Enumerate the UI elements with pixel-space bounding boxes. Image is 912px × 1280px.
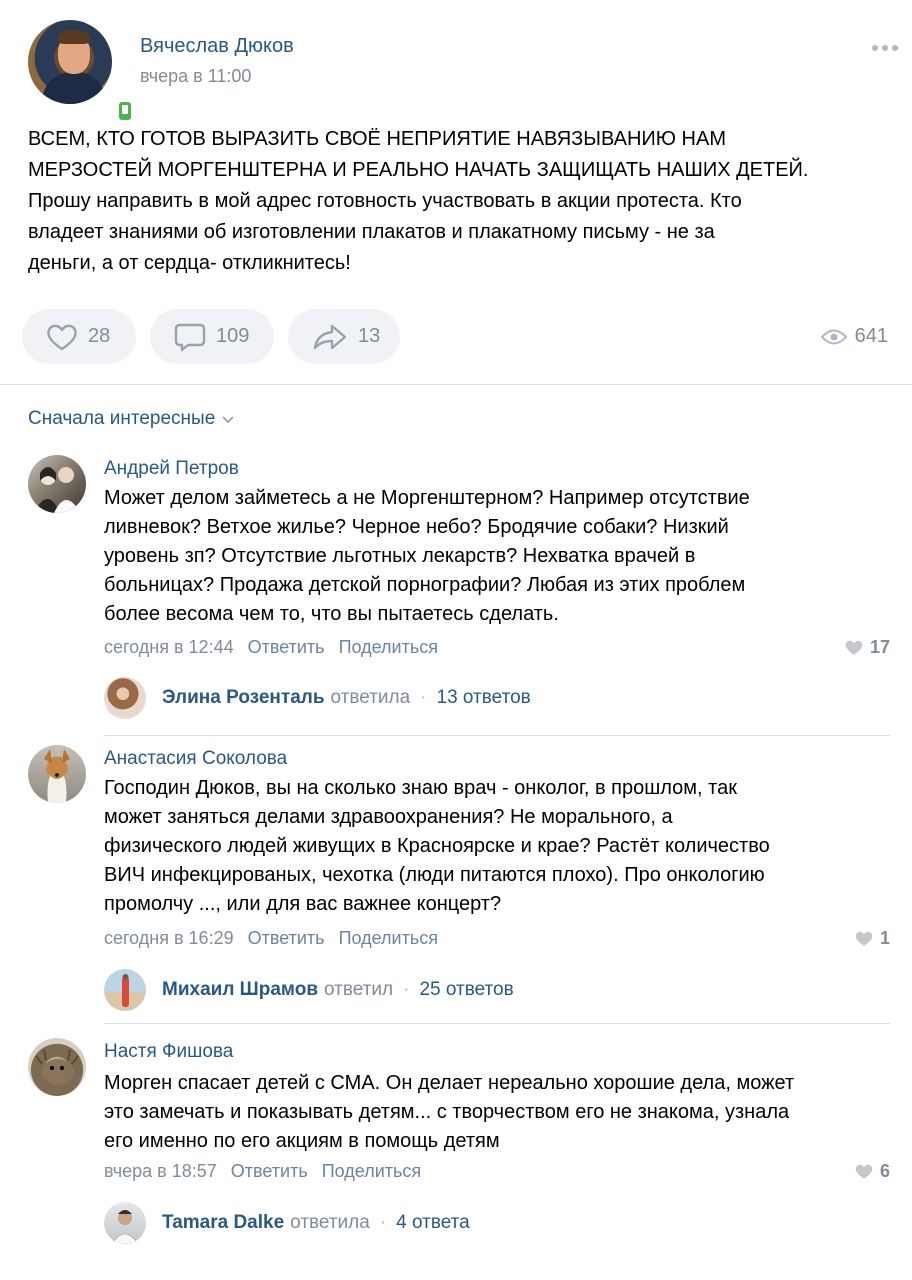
comment-count: 109 (216, 325, 250, 347)
comment-time[interactable]: сегодня в 12:44 (104, 637, 234, 658)
comment: Настя Фишова Морген спасает детей с СМА.… (28, 1038, 890, 1258)
comment-meta: сегодня в 16:29 Ответить Поделиться (104, 928, 438, 949)
post-author-name[interactable]: Вячеслав Дюков (140, 35, 294, 58)
replier-name: Михаил Шрамов (162, 979, 319, 1000)
heart-icon (47, 324, 77, 350)
commenter-name[interactable]: Андрей Петров (104, 458, 239, 480)
comment-separator (104, 1023, 890, 1024)
eye-icon (820, 329, 847, 344)
comment-text-line: более весома чем то, что вы пытаетесь сд… (104, 603, 559, 625)
comment-text-line: больницах? Продажа детской порнографии? … (104, 574, 746, 596)
comments-sort-dropdown[interactable]: Сначала интересные (28, 408, 235, 430)
commenter-avatar[interactable] (28, 745, 86, 803)
views-counter: 641 (820, 325, 888, 348)
online-mobile-icon (116, 99, 134, 123)
comment-like-count: 17 (869, 637, 890, 657)
replies-count: 13 ответов (436, 687, 531, 708)
post-text-line: МЕРЗОСТЕЙ МОРГЕНШТЕРНА И РЕАЛЬНО НАЧАТЬ … (28, 159, 809, 181)
comment-text-line: ВИЧ инфекцированых, чехотка (люди питают… (104, 864, 765, 886)
comment: Анастасия Соколова Господин Дюков, вы на… (28, 745, 890, 1024)
reply-link[interactable]: Ответить (248, 928, 325, 949)
comment-text: Господин Дюков, вы на сколько знаю врач … (104, 774, 894, 919)
post-text-line: Прошу направить в мой адрес готовность у… (28, 190, 742, 212)
comment: Андрей Петров Может делом займетесь а не… (28, 455, 890, 736)
comment-text-line: ливневок? Ветхое жилье? Черное небо? Бро… (104, 516, 729, 538)
replies-summary[interactable]: Михаил Шрамов ответил · 25 ответов (104, 969, 514, 1011)
comment-text-line: это замечать и показывать детям... с тво… (104, 1101, 790, 1123)
sort-label: Сначала интересные (28, 408, 216, 429)
comment-text-line: Морген спасает детей с СМА. Он делает не… (104, 1072, 795, 1094)
commenter-avatar[interactable] (28, 1038, 86, 1096)
replier-avatar (104, 1202, 146, 1244)
comment-like-count: 1 (879, 928, 890, 948)
separator-dot: · (403, 979, 410, 1000)
like-count: 28 (88, 325, 111, 347)
post-text: ВСЕМ, КТО ГОТОВ ВЫРАЗИТЬ СВОЁ НЕПРИЯТИЕ … (28, 124, 888, 279)
replier-verb: ответила (290, 1212, 370, 1233)
share-icon (313, 324, 347, 349)
author-avatar[interactable] (28, 20, 112, 104)
comment-like-button[interactable]: 17 (844, 637, 890, 658)
comment-text: Может делом займетесь а не Моргенштерном… (104, 484, 894, 629)
replier-name: Элина Розенталь (162, 687, 325, 708)
share-count: 13 (358, 325, 381, 347)
comment-time[interactable]: сегодня в 16:29 (104, 928, 234, 949)
replies-summary[interactable]: Tamara Dalke ответила · 4 ответа (104, 1202, 470, 1244)
replier-verb: ответил (324, 979, 394, 1000)
share-button[interactable]: 13 (288, 309, 400, 364)
comment-button[interactable]: 109 (150, 309, 274, 364)
replies-summary[interactable]: Элина Розенталь ответила · 13 ответов (104, 677, 531, 719)
post-time[interactable]: вчера в 11:00 (140, 66, 251, 87)
comment-text-line: уровень зп? Отсутствие льготных лекарств… (104, 545, 696, 567)
post-text-line: ВСЕМ, КТО ГОТОВ ВЫРАЗИТЬ СВОЁ НЕПРИЯТИЕ … (28, 128, 726, 150)
commenter-avatar[interactable] (28, 455, 86, 513)
post-text-line: владеет знаниями об изготовлении плакато… (28, 221, 715, 243)
replier-name: Tamara Dalke (162, 1212, 285, 1233)
comment-text: Морген спасает детей с СМА. Он делает не… (104, 1069, 894, 1156)
heart-icon (855, 931, 873, 946)
reply-link[interactable]: Ответить (248, 637, 325, 658)
share-link[interactable]: Поделиться (339, 637, 438, 658)
post-text-line: деньги, а от сердца- откликнитесь! (28, 252, 351, 274)
comment-meta: вчера в 18:57 Ответить Поделиться (104, 1161, 421, 1182)
replies-count: 4 ответа (396, 1212, 470, 1233)
commenter-name[interactable]: Анастасия Соколова (104, 748, 287, 770)
comment-text-line: физического людей живущих в Красноярске … (104, 835, 770, 857)
heart-icon (845, 640, 863, 655)
commenter-name[interactable]: Настя Фишова (104, 1041, 233, 1063)
comment-icon (174, 323, 206, 351)
comment-like-count: 6 (879, 1161, 890, 1181)
post-actions: 28 109 13 641 (22, 309, 888, 365)
comment-separator (104, 735, 890, 736)
comment-text-line: Господин Дюков, вы на сколько знаю врач … (104, 777, 737, 799)
comment-like-button[interactable]: 1 (854, 928, 890, 949)
replier-avatar (104, 677, 146, 719)
comment-text-line: может заняться делами здравоохранения? Н… (104, 806, 673, 828)
comment-text-line: промолчу ..., или для вас важнее концерт… (104, 893, 502, 915)
replier-avatar (104, 969, 146, 1011)
more-icon[interactable] (868, 42, 898, 54)
comment-text-line: его именно по его акциям в помощь детям (104, 1130, 500, 1152)
views-count: 641 (854, 325, 888, 347)
heart-icon (855, 1164, 873, 1179)
post-header: Вячеслав Дюков вчера в 11:00 (28, 20, 898, 123)
comment-like-button[interactable]: 6 (854, 1161, 890, 1182)
comment-meta: сегодня в 12:44 Ответить Поделиться (104, 637, 438, 658)
replier-verb: ответила (330, 687, 411, 708)
like-button[interactable]: 28 (22, 309, 136, 364)
chevron-down-icon (222, 416, 234, 424)
comment-time[interactable]: вчера в 18:57 (104, 1161, 217, 1182)
separator-dot: · (379, 1212, 387, 1233)
reply-link[interactable]: Ответить (231, 1161, 308, 1182)
comment-text-line: Может делом займетесь а не Моргенштерном… (104, 487, 750, 509)
divider (0, 384, 912, 385)
share-link[interactable]: Поделиться (339, 928, 438, 949)
replies-count: 25 ответов (419, 979, 514, 1000)
separator-dot: · (420, 687, 427, 708)
share-link[interactable]: Поделиться (322, 1161, 421, 1182)
